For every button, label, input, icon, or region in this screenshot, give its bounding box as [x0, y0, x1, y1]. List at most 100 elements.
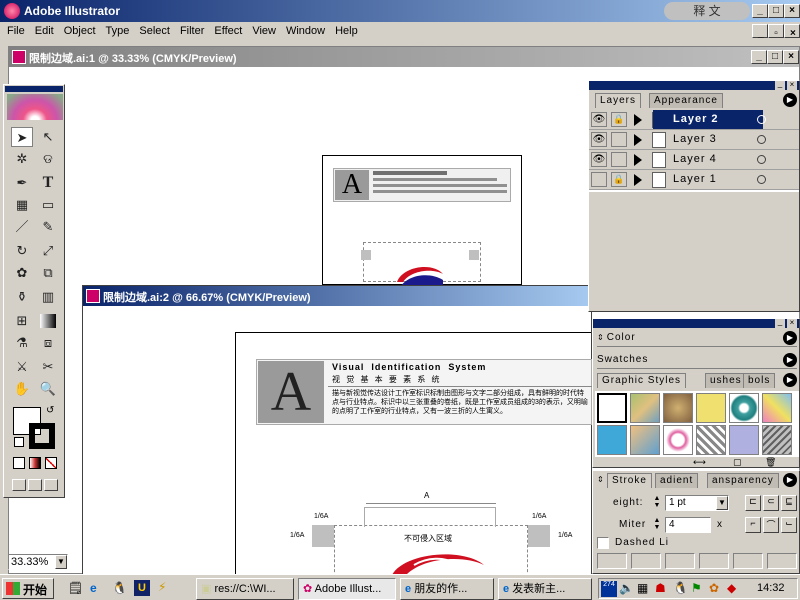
eyedropper-tool-icon[interactable]: ⚗: [11, 333, 33, 353]
gap-field-1[interactable]: [631, 553, 661, 569]
doc1-maximize-button[interactable]: □: [767, 50, 783, 64]
screen-mode-standard-icon[interactable]: [12, 479, 26, 491]
menu-filter[interactable]: Filter: [175, 22, 209, 40]
tab-brushes[interactable]: ushes: [705, 373, 747, 388]
style-swatch[interactable]: [597, 425, 627, 455]
tray-app-icon[interactable]: 🐧: [673, 581, 688, 595]
zoom-field[interactable]: 33.33% ▼: [8, 554, 68, 570]
style-swatch[interactable]: [729, 425, 759, 455]
weight-field[interactable]: 1 pt ▼: [665, 495, 729, 511]
default-colors-icon[interactable]: [14, 437, 24, 447]
tab-stroke[interactable]: Stroke: [607, 473, 652, 488]
tray-app-icon[interactable]: ◆: [727, 581, 736, 595]
zoom-dropdown-button[interactable]: ▼: [55, 555, 67, 569]
color-panel-row[interactable]: ⇕ Color ▶: [597, 331, 797, 347]
clock[interactable]: 14:32: [757, 582, 785, 594]
rectangle-tool-icon[interactable]: ▭: [37, 195, 59, 215]
graphic-styles-delete-icon[interactable]: 🗑: [765, 457, 776, 468]
dashed-line-checkbox[interactable]: [597, 537, 609, 549]
join-round-button[interactable]: ⌒: [763, 517, 779, 533]
mesh-tool-icon[interactable]: ⊞: [11, 311, 33, 331]
tray-app-icon[interactable]: ▦: [637, 581, 648, 595]
expand-triangle-icon[interactable]: [634, 174, 642, 186]
dash-field-2[interactable]: [665, 553, 695, 569]
task-button-browser-1[interactable]: e 朋友的作...: [400, 578, 494, 600]
doc-close-button[interactable]: ×: [784, 24, 800, 39]
join-bevel-button[interactable]: ⌙: [781, 517, 797, 533]
tab-appearance[interactable]: Appearance: [649, 93, 723, 108]
color-panel-minimize-button[interactable]: _: [775, 318, 785, 328]
join-miter-button[interactable]: ⌐: [745, 517, 761, 533]
doc1-artboard[interactable]: A: [322, 155, 522, 286]
weight-stepper-icon[interactable]: ▲ ▼: [651, 495, 663, 511]
style-swatch[interactable]: [663, 393, 693, 423]
doc1-close-button[interactable]: ×: [783, 50, 799, 64]
doc-minimize-button[interactable]: _: [752, 24, 768, 39]
menu-edit[interactable]: Edit: [30, 22, 59, 40]
tray-app-icon[interactable]: ☗: [655, 581, 666, 595]
doc-restore-button[interactable]: ▫: [768, 24, 784, 39]
layers-panel-minimize-button[interactable]: _: [775, 80, 785, 90]
task-button-browser-2[interactable]: e 发表新主...: [498, 578, 592, 600]
cap-round-button[interactable]: ⊂: [763, 495, 779, 511]
gap-field-3[interactable]: [767, 553, 797, 569]
cap-butt-button[interactable]: ⊏: [745, 495, 761, 511]
target-circle-icon[interactable]: [757, 115, 766, 124]
tab-transparency[interactable]: ansparency: [707, 473, 779, 488]
gap-field-2[interactable]: [699, 553, 729, 569]
expand-triangle-icon[interactable]: [634, 154, 642, 166]
quicklaunch-desktop-icon[interactable]: 🗒: [68, 581, 83, 595]
graphic-styles-menu-icon[interactable]: ▶: [783, 373, 797, 387]
layer-row[interactable]: 👁 Layer 4: [589, 150, 799, 170]
style-swatch[interactable]: [630, 425, 660, 455]
stroke-menu-icon[interactable]: ▶: [783, 473, 797, 487]
tab-symbols[interactable]: bols: [743, 373, 776, 388]
gradient-mode-icon[interactable]: [29, 457, 41, 469]
volume-icon[interactable]: 🔈: [619, 581, 634, 595]
tray-counter[interactable]: 274: [601, 581, 617, 597]
menu-effect[interactable]: Effect: [209, 22, 247, 40]
lasso-tool-icon[interactable]: ଡ: [37, 149, 59, 169]
miter-field[interactable]: 4: [665, 517, 711, 533]
target-circle-icon[interactable]: [757, 155, 766, 164]
color-mode-icon[interactable]: [13, 457, 25, 469]
graph-tool-icon[interactable]: ▥: [37, 287, 59, 307]
slice-tool-icon[interactable]: ⚔: [11, 357, 33, 377]
ime-indicator[interactable]: 释 文: [664, 2, 750, 20]
hand-tool-icon[interactable]: ✋: [11, 379, 33, 399]
direct-selection-tool-icon[interactable]: ↖: [37, 127, 59, 147]
expand-triangle-icon[interactable]: [634, 134, 642, 146]
symbol-sprayer-tool-icon[interactable]: ⚱: [11, 287, 33, 307]
grid-tool-icon[interactable]: ▦: [11, 195, 33, 215]
menu-window[interactable]: Window: [281, 22, 330, 40]
rotate-tool-icon[interactable]: ↻: [11, 241, 33, 261]
stroke-swatch[interactable]: [29, 423, 55, 449]
layer-row[interactable]: 🔒 Layer 1: [589, 170, 799, 190]
menu-type[interactable]: Type: [101, 22, 135, 40]
layers-panel-close-button[interactable]: ×: [787, 81, 797, 90]
screen-mode-full-icon[interactable]: [44, 479, 58, 491]
expand-triangle-icon[interactable]: [634, 114, 642, 126]
graphic-styles-new-icon[interactable]: ▢: [733, 457, 742, 468]
color-menu-icon[interactable]: ▶: [783, 331, 797, 345]
dash-field-1[interactable]: [597, 553, 627, 569]
lock-icon[interactable]: 🔒: [611, 112, 627, 127]
menu-select[interactable]: Select: [134, 22, 175, 40]
style-swatch[interactable]: [630, 393, 660, 423]
app-maximize-button[interactable]: □: [768, 4, 784, 18]
doc1-minimize-button[interactable]: _: [751, 50, 767, 64]
doc2-artboard[interactable]: A Visual Identification System 视 觉 基 本 要…: [235, 332, 592, 577]
swap-fill-stroke-icon[interactable]: ↺: [46, 405, 54, 416]
task-button-explorer[interactable]: ▣ res://C:\WI...: [196, 578, 294, 600]
lock-icon[interactable]: [611, 152, 627, 167]
lock-icon[interactable]: 🔒: [611, 172, 627, 187]
menu-object[interactable]: Object: [59, 22, 101, 40]
tray-app-icon[interactable]: ⚑: [691, 581, 702, 595]
weight-dropdown-button[interactable]: ▼: [716, 496, 728, 510]
task-button-illustrator[interactable]: ✿ Adobe Illust...: [298, 578, 396, 600]
quicklaunch-u-icon[interactable]: U: [134, 580, 150, 596]
tab-layers[interactable]: Layers: [595, 93, 642, 108]
gradient-tool-icon[interactable]: [40, 314, 56, 328]
layer-row[interactable]: 👁 Layer 3: [589, 130, 799, 150]
graphic-styles-break-link-icon[interactable]: ⟷: [693, 457, 706, 468]
